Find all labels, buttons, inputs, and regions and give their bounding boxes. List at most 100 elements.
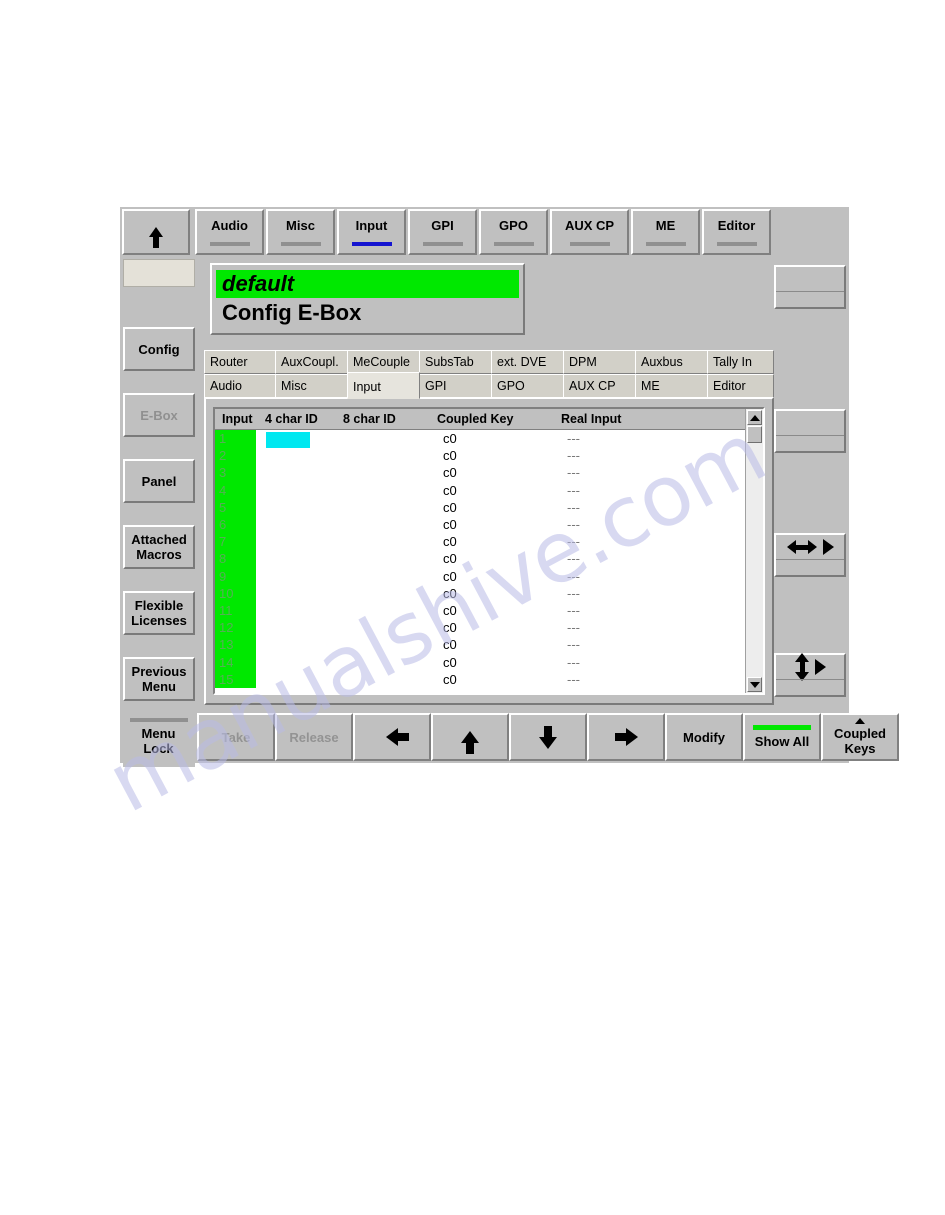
- cell-real-input: ---: [567, 637, 580, 653]
- cell-coupled-key: c0: [443, 620, 457, 636]
- top-tab-gpi[interactable]: GPI: [408, 209, 477, 255]
- cell-coupled-key: c0: [443, 431, 457, 446]
- button-label: Modify: [683, 729, 725, 745]
- table-row[interactable]: 2 c0 ---: [215, 447, 763, 464]
- scroll-down-button[interactable]: [747, 677, 762, 692]
- sidebar-item-flexible-licenses[interactable]: Flexible Licenses: [123, 591, 195, 635]
- tab-underline-indicator: [209, 241, 250, 246]
- top-tab-audio[interactable]: Audio: [195, 209, 264, 255]
- sidebar-item-previous-menu[interactable]: Previous Menu: [123, 657, 195, 701]
- arrow-up-icon: [461, 731, 479, 754]
- top-tab-label: GPI: [431, 217, 454, 233]
- table-row[interactable]: 15 c0 ---: [215, 671, 763, 688]
- right-panel-4[interactable]: [774, 653, 846, 697]
- cell-coupled-key: c0: [443, 603, 457, 618]
- sub-tab-input[interactable]: Input: [347, 372, 420, 399]
- sidebar-item-config[interactable]: Config: [123, 327, 195, 371]
- right-panel-3[interactable]: [774, 533, 846, 577]
- cell-input-number: 2: [219, 448, 227, 464]
- nav-down-button[interactable]: [509, 713, 587, 761]
- top-tab-aux-cp[interactable]: AUX CP: [550, 209, 629, 255]
- nav-left-button[interactable]: [353, 713, 431, 761]
- cell-input-number: 12: [219, 620, 234, 636]
- arrow-left-icon: [386, 728, 409, 746]
- triangle-down-icon: [749, 681, 760, 688]
- button-label: Take: [221, 729, 251, 745]
- sub-tab-router[interactable]: Router: [204, 350, 276, 374]
- scroll-up-button[interactable]: [747, 410, 762, 425]
- table-row[interactable]: 3 c0 ---: [215, 464, 763, 481]
- arrow-up-icon: [149, 227, 163, 248]
- cell-real-input: ---: [567, 568, 580, 584]
- sub-tab-substab[interactable]: SubsTab: [419, 350, 492, 374]
- top-tab-me[interactable]: ME: [631, 209, 700, 255]
- sub-tab-auxcoupl[interactable]: AuxCoupl.: [275, 350, 348, 374]
- cell-coupled-key: c0: [443, 499, 457, 515]
- table-row[interactable]: 7 c0 ---: [215, 533, 763, 550]
- sub-tab-editor[interactable]: Editor: [707, 374, 774, 398]
- tab-underline-indicator: [422, 241, 463, 246]
- column-header-4-char-id: 4 char ID: [265, 412, 318, 426]
- tab-underline-indicator: [351, 241, 392, 246]
- menu-lock-button[interactable]: Menu Lock: [120, 713, 197, 761]
- scrollbar-thumb[interactable]: [747, 426, 762, 443]
- sub-tab-dpm[interactable]: DPM: [563, 350, 636, 374]
- sidebar-item-panel[interactable]: Panel: [123, 459, 195, 503]
- sub-tab-label: Misc: [281, 379, 307, 393]
- right-panel-1[interactable]: [774, 265, 846, 309]
- active-indicator: [753, 725, 811, 730]
- cell-real-input: ---: [567, 431, 580, 446]
- column-header-8-char-id: 8 char ID: [343, 412, 396, 426]
- cell-coupled-key: c0: [443, 671, 457, 687]
- sub-tab-label: ext. DVE: [497, 355, 547, 369]
- right-panel-2[interactable]: [774, 409, 846, 453]
- cell-coupled-key: c0: [443, 517, 457, 532]
- table-scrollbar[interactable]: [745, 409, 763, 693]
- show-all-button[interactable]: Show All: [743, 713, 821, 761]
- sub-tab-gpo[interactable]: GPO: [491, 374, 564, 398]
- cell-real-input: ---: [567, 603, 580, 618]
- sub-tab-auxbus[interactable]: Auxbus: [635, 350, 708, 374]
- table-row[interactable]: 11 c0 ---: [215, 602, 763, 619]
- modify-button[interactable]: Modify: [665, 713, 743, 761]
- sub-tab-tally-in[interactable]: Tally In: [707, 350, 774, 374]
- nav-up-button[interactable]: [431, 713, 509, 761]
- sub-tab-label: ME: [641, 379, 660, 393]
- sub-tab-audio[interactable]: Audio: [204, 374, 276, 398]
- sub-tab-me[interactable]: ME: [635, 374, 708, 398]
- nav-right-button[interactable]: [587, 713, 665, 761]
- switcher-control-panel: Audio Misc Input GPI GPO AUX CP ME Editor Confi…: [120, 207, 899, 767]
- sub-tab-mecouple[interactable]: MeCouple: [347, 350, 420, 374]
- sub-tab-label: DPM: [569, 355, 597, 369]
- arrows-horizontal-icon: [786, 540, 817, 554]
- play-triangle-icon: [814, 659, 826, 675]
- button-label: Menu Lock: [141, 726, 176, 756]
- table-row[interactable]: 8 c0 ---: [215, 550, 763, 567]
- table-row[interactable]: 9 c0 ---: [215, 568, 763, 585]
- table-row[interactable]: 5 c0 ---: [215, 499, 763, 516]
- table-row[interactable]: 13 c0 ---: [215, 636, 763, 653]
- table-row[interactable]: 10 c0 ---: [215, 585, 763, 602]
- table-row[interactable]: 6 c0 ---: [215, 516, 763, 533]
- sub-tab-ext.-dve[interactable]: ext. DVE: [491, 350, 564, 374]
- panel-divider: [776, 559, 844, 560]
- top-tab-input[interactable]: Input: [337, 209, 406, 255]
- top-tab-misc[interactable]: Misc: [266, 209, 335, 255]
- table-row[interactable]: 1 c0 ---: [215, 430, 763, 447]
- table-row[interactable]: 14 c0 ---: [215, 654, 763, 671]
- back-button[interactable]: [122, 209, 190, 255]
- top-tab-editor[interactable]: Editor: [702, 209, 771, 255]
- table-row[interactable]: 12 c0 ---: [215, 619, 763, 636]
- sub-tab-aux-cp[interactable]: AUX CP: [563, 374, 636, 398]
- sidebar-item-attached-macros[interactable]: Attached Macros: [123, 525, 195, 569]
- sub-tab-misc[interactable]: Misc: [275, 374, 348, 398]
- table-body: 1 c0 --- 2 c0 --- 3 c0 --- 4 c0 --- 5 c0 --- 6 c0 --- 7 c0 -…: [215, 430, 763, 693]
- sub-tab-label: Audio: [210, 379, 242, 393]
- top-tab-gpo[interactable]: GPO: [479, 209, 548, 255]
- sidebar-item-label: Panel: [141, 473, 177, 489]
- coupled-keys-button[interactable]: Coupled Keys: [821, 713, 899, 761]
- cell-real-input: ---: [567, 620, 580, 636]
- sub-tab-gpi[interactable]: GPI: [419, 374, 492, 398]
- input-table: Input 4 char ID 8 char ID Coupled Key Re…: [213, 407, 765, 695]
- table-row[interactable]: 4 c0 ---: [215, 482, 763, 499]
